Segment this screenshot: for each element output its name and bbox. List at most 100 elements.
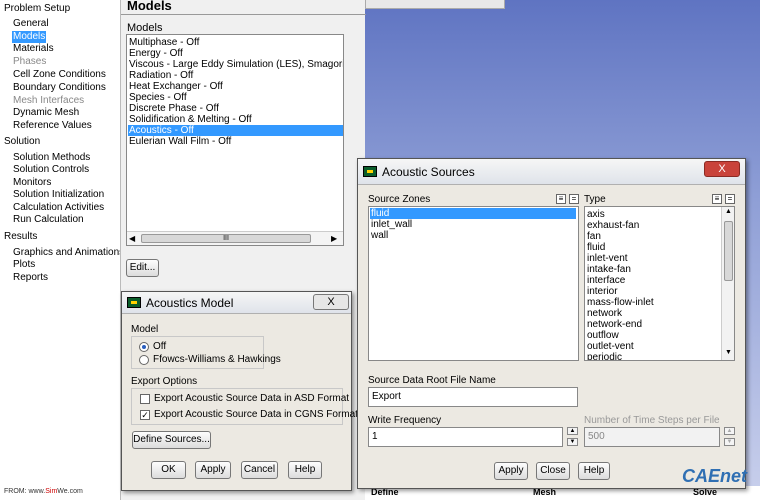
tree-item-boundary-conditions[interactable]: Boundary Conditions (13, 82, 106, 94)
models-hscrollbar[interactable]: ◀ III ▶ (127, 231, 343, 245)
tree-item-reference-values[interactable]: Reference Values (13, 120, 92, 132)
dialog-title: Acoustics Model (146, 296, 234, 310)
vscroll-thumb[interactable] (724, 221, 733, 281)
models-list[interactable]: Multiphase - Off Energy - Off Viscous - … (126, 34, 344, 246)
models-panel-title: Models (127, 0, 172, 13)
help-button[interactable]: Help (578, 462, 610, 480)
source-zone-item[interactable]: wall (371, 230, 388, 241)
write-frequency-label: Write Frequency (368, 415, 442, 426)
source-zone-item-selected[interactable]: fluid (370, 208, 576, 219)
type-item[interactable]: network-end (587, 319, 642, 330)
export-asd-label: Export Acoustic Source Data in ASD Forma… (154, 393, 350, 404)
type-item[interactable]: mass-flow-inlet (587, 297, 654, 308)
model-list-item[interactable]: Multiphase - Off (129, 37, 199, 48)
deselect-all-icon[interactable]: = (725, 194, 735, 204)
model-list-item-selected[interactable]: Acoustics - Off (128, 125, 343, 136)
model-list-item[interactable]: Viscous - Large Eddy Simulation (LES), S… (129, 59, 343, 70)
tree-section-problem-setup[interactable]: Problem Setup (4, 3, 70, 15)
export-asd-checkbox[interactable] (140, 394, 150, 404)
navigation-tree: Problem Setup General Models Materials P… (0, 0, 124, 500)
tree-item-mesh-interfaces: Mesh Interfaces (13, 95, 85, 106)
graphics-view-selector[interactable] (365, 0, 505, 9)
scroll-up-arrow-icon[interactable]: ▲ (725, 208, 732, 215)
model-list-item[interactable]: Eulerian Wall Film - Off (129, 136, 231, 147)
export-cgns-checkbox[interactable]: ✓ (140, 410, 150, 420)
credit-site-red: Sim (45, 488, 58, 495)
type-item[interactable]: fan (587, 231, 601, 242)
close-icon[interactable]: X (704, 161, 740, 177)
model-list-item[interactable]: Solidification & Melting - Off (129, 114, 252, 125)
type-item[interactable]: interface (587, 275, 625, 286)
model-list-item[interactable]: Discrete Phase - Off (129, 103, 219, 114)
help-button[interactable]: Help (288, 461, 322, 479)
type-list-vscrollbar[interactable]: ▲ ▼ (721, 207, 734, 360)
tree-item-run-calculation[interactable]: Run Calculation (13, 214, 84, 226)
radio-ffowcs[interactable] (139, 355, 149, 365)
radio-off[interactable] (139, 342, 149, 352)
select-all-icon[interactable]: ≡ (712, 194, 722, 204)
root-file-label: Source Data Root File Name (368, 375, 496, 386)
acoustic-sources-dialog: Acoustic Sources X Source Zones ≡ = flui… (357, 158, 746, 489)
close-button[interactable]: Close (536, 462, 570, 480)
apply-button[interactable]: Apply (494, 462, 528, 480)
tree-item-cell-zone-conditions[interactable]: Cell Zone Conditions (13, 69, 106, 81)
dialog-titlebar[interactable]: Acoustics Model X (122, 292, 351, 314)
root-file-input[interactable]: Export (368, 387, 578, 407)
tree-item-models[interactable]: Models (12, 31, 47, 43)
hscroll-thumb[interactable]: III (141, 234, 311, 243)
source-zone-item[interactable]: inlet_wall (371, 219, 412, 230)
tree-item-calculation-activities[interactable]: Calculation Activities (13, 202, 104, 214)
source-zones-list[interactable]: fluid inlet_wall wall (368, 206, 579, 361)
scroll-left-arrow-icon[interactable]: ◀ (129, 234, 135, 243)
edit-button[interactable]: Edit... (126, 259, 159, 277)
export-options-label: Export Options (131, 376, 198, 387)
ok-button[interactable]: OK (151, 461, 186, 479)
model-list-item[interactable]: Species - Off (129, 92, 187, 103)
type-item[interactable]: network (587, 308, 622, 319)
type-item[interactable]: fluid (587, 242, 605, 253)
tree-item-solution-methods[interactable]: Solution Methods (13, 152, 90, 164)
type-item[interactable]: exhaust-fan (587, 220, 639, 231)
apply-button[interactable]: Apply (195, 461, 231, 479)
close-icon[interactable]: X (313, 294, 349, 310)
type-list[interactable]: axis exhaust-fan fan fluid inlet-vent in… (584, 206, 735, 361)
type-label: Type (584, 194, 606, 205)
cancel-button[interactable]: Cancel (241, 461, 278, 479)
model-group-label: Model (131, 324, 159, 335)
type-item[interactable]: intake-fan (587, 264, 631, 275)
model-list-item[interactable]: Heat Exchanger - Off (129, 81, 223, 92)
tree-item-dynamic-mesh[interactable]: Dynamic Mesh (13, 107, 79, 119)
tree-item-solution-controls[interactable]: Solution Controls (13, 164, 89, 176)
scroll-right-arrow-icon[interactable]: ▶ (331, 234, 337, 243)
tree-section-results[interactable]: Results (4, 231, 37, 243)
divider (121, 14, 366, 15)
define-sources-button[interactable]: Define Sources... (132, 431, 211, 449)
tree-item-plots[interactable]: Plots (13, 259, 35, 271)
tree-item-solution-initialization[interactable]: Solution Initialization (13, 189, 104, 201)
select-all-icon[interactable]: ≡ (556, 194, 566, 204)
caenet-watermark: CAEnet (682, 466, 748, 486)
dialog-titlebar[interactable]: Acoustic Sources X (358, 159, 745, 185)
scroll-down-arrow-icon[interactable]: ▼ (725, 349, 732, 356)
tree-item-general[interactable]: General (13, 18, 49, 30)
model-list-item[interactable]: Radiation - Off (129, 70, 193, 81)
tree-item-reports[interactable]: Reports (13, 272, 48, 284)
type-item[interactable]: interior (587, 286, 618, 297)
type-item[interactable]: inlet-vent (587, 253, 628, 264)
type-item[interactable]: outflow (587, 330, 619, 341)
type-item[interactable]: outlet-vent (587, 341, 634, 352)
write-frequency-input[interactable]: 1 (368, 427, 563, 447)
model-list-item[interactable]: Energy - Off (129, 48, 183, 59)
tree-section-solution[interactable]: Solution (4, 136, 40, 148)
tree-item-graphics-and-animations[interactable]: Graphics and Animations (13, 247, 124, 259)
model-radio-group: Off Ffowcs-Williams & Hawkings (131, 336, 281, 369)
deselect-all-icon[interactable]: = (569, 194, 579, 204)
type-item[interactable]: axis (587, 209, 605, 220)
increment-arrow-icon[interactable]: ▲ (567, 427, 578, 435)
type-item[interactable]: periodic (587, 352, 622, 360)
tree-item-materials[interactable]: Materials (13, 43, 54, 55)
credit-prefix: FROM: www. (4, 488, 46, 495)
radio-ffowcs-label: Ffowcs-Williams & Hawkings (153, 354, 281, 365)
tree-item-monitors[interactable]: Monitors (13, 177, 51, 189)
decrement-arrow-icon[interactable]: ▼ (567, 438, 578, 446)
